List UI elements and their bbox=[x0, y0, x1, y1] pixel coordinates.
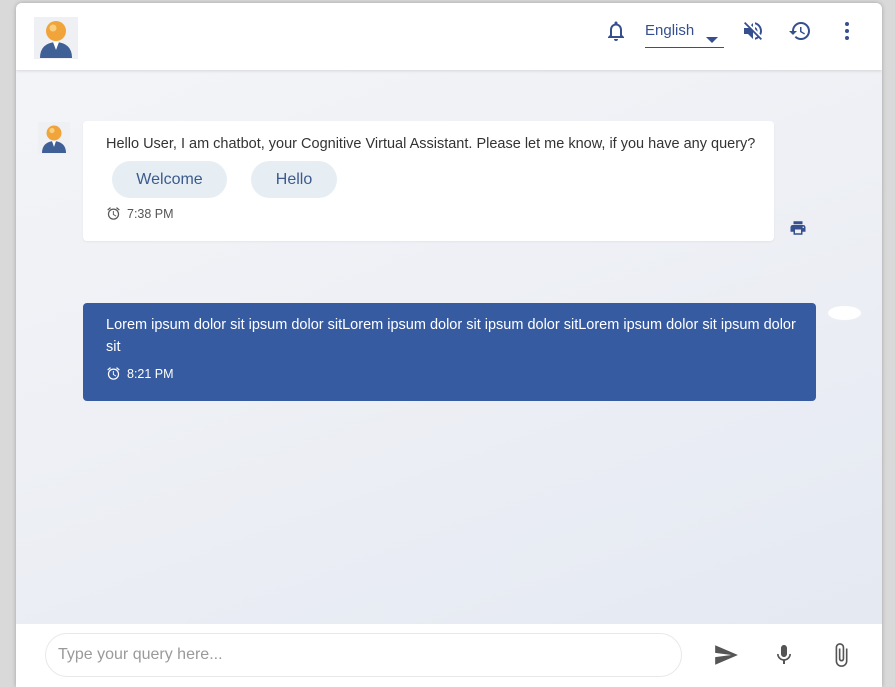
quick-reply-hello-button[interactable]: Hello bbox=[251, 161, 337, 198]
attachment-icon[interactable] bbox=[828, 640, 854, 670]
bot-message-time: 7:38 PM bbox=[127, 206, 174, 221]
more-vert-icon[interactable] bbox=[835, 19, 859, 43]
bot-message-timestamp: 7:38 PM bbox=[106, 206, 174, 221]
chat-window: English Hello User, I am chatbot, your C… bbox=[16, 3, 882, 687]
language-select[interactable]: English bbox=[645, 20, 724, 48]
alarm-clock-icon bbox=[107, 367, 120, 380]
microphone-icon[interactable] bbox=[772, 642, 796, 668]
quick-reply-welcome-button[interactable]: Welcome bbox=[112, 161, 227, 198]
query-input[interactable] bbox=[45, 633, 682, 677]
chat-header: English bbox=[16, 3, 882, 70]
bot-logo-avatar bbox=[34, 17, 78, 59]
language-selected-value: English bbox=[645, 22, 695, 39]
user-avatar-placeholder bbox=[828, 306, 861, 320]
print-icon[interactable] bbox=[789, 219, 807, 237]
user-message-card: Lorem ipsum dolor sit ipsum dolor sitLor… bbox=[83, 303, 816, 401]
history-icon[interactable] bbox=[788, 19, 812, 43]
composer-bar bbox=[16, 624, 882, 687]
user-message-time: 8:21 PM bbox=[127, 366, 174, 381]
bot-message-avatar bbox=[38, 122, 70, 154]
caret-down-icon bbox=[706, 31, 718, 49]
send-icon[interactable] bbox=[712, 642, 740, 668]
bot-message-card: Hello User, I am chatbot, your Cognitive… bbox=[83, 121, 774, 241]
bot-message-text: Hello User, I am chatbot, your Cognitive… bbox=[106, 136, 756, 152]
user-message-text: Lorem ipsum dolor sit ipsum dolor sitLor… bbox=[106, 317, 796, 355]
alarm-clock-icon bbox=[107, 207, 120, 220]
bell-icon[interactable] bbox=[604, 19, 628, 43]
user-message-timestamp: 8:21 PM bbox=[106, 366, 174, 381]
volume-off-icon[interactable] bbox=[741, 19, 765, 43]
